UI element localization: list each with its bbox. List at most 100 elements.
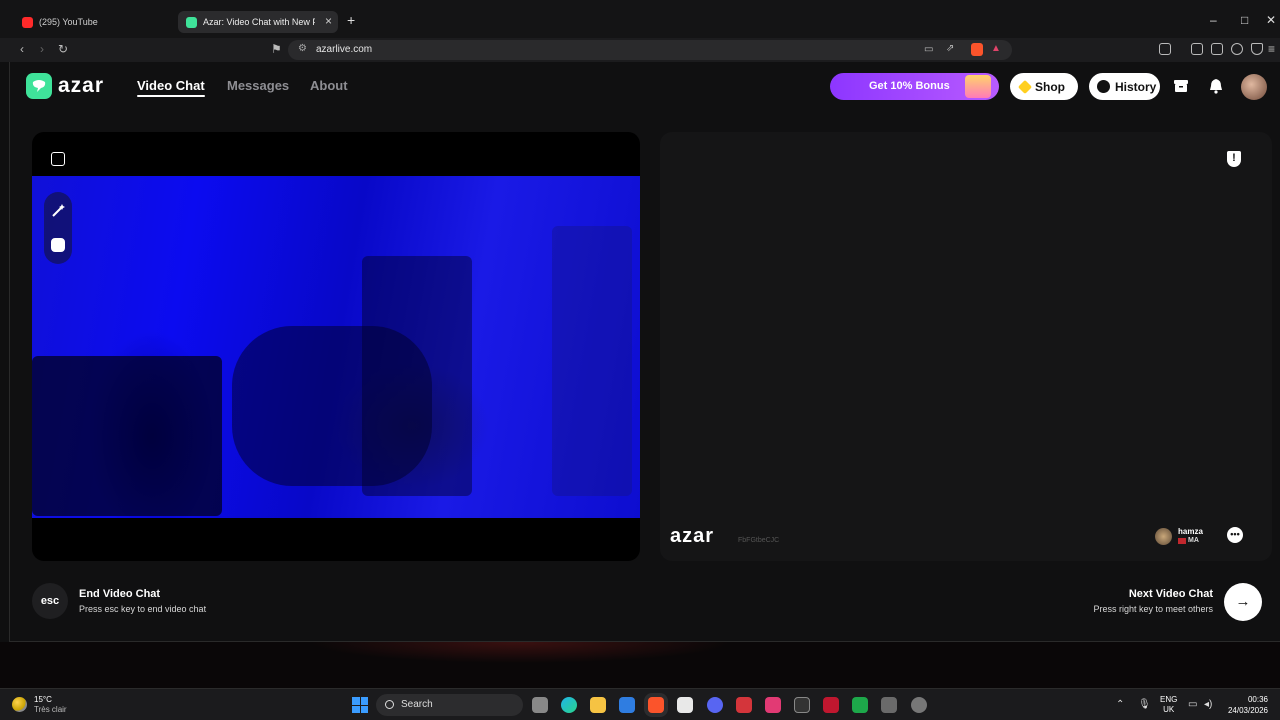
nav-messages[interactable]: Messages [227,78,289,93]
forward-icon[interactable]: › [40,42,44,56]
epic-games-icon[interactable] [794,697,810,713]
chat-bubble-icon[interactable]: ••• [1227,527,1243,543]
brave-icon[interactable] [648,697,664,713]
tab-title: (295) YouTube [39,17,98,27]
end-chat-button[interactable]: esc [32,583,68,619]
close-tab-icon[interactable]: × [325,14,332,28]
face-filter-icon[interactable] [51,238,65,252]
tab-title: Azar: Video Chat with New Pe [203,17,315,27]
end-chat-subtitle: Press esc key to end video chat [79,604,207,614]
app-a-icon[interactable] [823,697,839,713]
file-explorer-icon[interactable] [590,697,606,713]
nav-video-chat[interactable]: Video Chat [137,78,205,97]
get-bonus-button[interactable]: Get 10% Bonus [830,73,999,100]
flag-icon [1178,538,1186,544]
taskbar-search[interactable]: Search [376,694,523,716]
weather-icon[interactable] [12,697,27,712]
clock-icon [1097,80,1110,93]
microphone-icon[interactable]: 🎙 [1138,699,1151,710]
close-window-button[interactable]: ✕ [1266,13,1276,27]
system-clock[interactable]: 00:36 24/03/2026 [1226,694,1268,716]
peer-name: hamza [1178,527,1203,536]
desktop-background [0,642,1280,688]
windows-start-icon[interactable] [352,697,368,713]
next-chat-subtitle: Press right key to meet others [1093,604,1213,614]
share-icon[interactable]: ⇗ [946,43,954,54]
self-video-panel [32,132,640,561]
report-shield-icon[interactable]: ! [1227,151,1241,167]
history-label: History [1115,79,1157,94]
screenshot-icon[interactable] [1159,43,1171,55]
nav-about[interactable]: About [310,78,348,93]
magic-wand-icon[interactable] [51,204,65,218]
network-icon[interactable]: ▭ [1188,699,1197,710]
history-button[interactable]: History [1089,73,1160,100]
app-circle-icon[interactable] [911,697,927,713]
bookmark-icon[interactable]: ⚑ [271,42,282,56]
cast-icon[interactable]: ▭ [924,44,933,55]
brave-shields-icon[interactable] [971,43,983,56]
shop-label: Shop [1035,79,1065,94]
url-text: azarlive.com [316,44,373,55]
language-indicator[interactable]: ENG UK [1160,695,1177,715]
peer-watermark: azar [670,525,715,547]
maximize-button[interactable]: □ [1241,13,1248,27]
azar-logo-icon[interactable] [26,73,52,99]
chevron-up-icon[interactable]: ⌃ [1116,699,1124,710]
taskbar: 15°C Très clair Search ⌃ 🎙 ENG UK ▭ ◂) 0… [0,688,1280,720]
tab-youtube[interactable]: (295) YouTube [14,11,174,33]
volume-icon[interactable]: ◂) [1204,699,1212,710]
self-camera-feed [32,176,640,518]
inbox-icon[interactable] [1171,76,1191,96]
browser-tab-bar: (295) YouTube Azar: Video Chat with New … [0,0,1280,40]
expand-icon[interactable] [51,152,65,166]
lang-top: ENG [1160,695,1178,704]
bonus-label: Get 10% Bonus [869,80,950,92]
wallet-icon[interactable] [1211,43,1223,55]
app-green-icon[interactable] [852,697,868,713]
logo-wordmark[interactable]: azar [58,74,104,98]
search-label: Search [401,699,433,710]
mail-icon[interactable] [619,697,635,713]
store-icon[interactable] [677,697,693,713]
treasure-chest-icon [965,75,991,98]
app-tool-icon[interactable] [881,697,897,713]
weather-condition: Très clair [34,705,67,714]
peer-video-panel: ! azar FbFGtbeCJC hamza MA ••• [660,132,1272,561]
peer-id: FbFGtbeCJC [738,537,780,544]
app-red-icon[interactable] [736,697,752,713]
peer-avatar[interactable] [1155,528,1172,545]
tab-azar[interactable]: Azar: Video Chat with New Pe × [178,11,338,33]
minimize-button[interactable]: – [1210,13,1217,27]
back-icon[interactable]: ‹ [20,42,24,56]
lang-bottom: UK [1163,705,1175,714]
temperature: 15°C [34,695,52,704]
leo-ai-icon[interactable] [1231,43,1243,55]
search-icon [385,700,394,709]
bell-icon[interactable] [1206,76,1226,96]
date: 24/03/2026 [1227,706,1268,715]
peer-country: MA [1188,537,1199,544]
reload-icon[interactable]: ↻ [58,42,68,56]
discord-icon[interactable] [707,697,723,713]
task-view-icon[interactable] [532,697,548,713]
azar-favicon-icon [186,16,197,28]
shop-button[interactable]: Shop [1010,73,1078,100]
youtube-icon [22,16,33,28]
menu-icon[interactable]: ≡ [1268,42,1275,56]
address-bar[interactable]: ⚙ azarlive.com ▭ ⇗ ▲ [288,40,1012,60]
next-chat-button[interactable]: → [1224,583,1262,621]
site-info-icon[interactable]: ⚙ [298,43,307,54]
azar-app: azar Video Chat Messages About Get 10% B… [9,62,1280,642]
edge-icon[interactable] [561,697,577,713]
browser-toolbar: ‹ › ↻ ⚑ ⚙ azarlive.com ▭ ⇗ ▲ ≡ [0,38,1280,62]
user-avatar[interactable] [1241,74,1267,100]
app-pink-icon[interactable] [765,697,781,713]
brave-rewards-icon[interactable]: ▲ [991,43,1001,54]
sidebar-icon[interactable] [1191,43,1203,55]
camera-tools [44,192,72,264]
vpn-icon[interactable] [1251,43,1263,55]
next-chat-title: Next Video Chat [1128,588,1213,600]
new-tab-button[interactable]: + [347,12,355,28]
end-chat-title: End Video Chat [79,588,161,600]
